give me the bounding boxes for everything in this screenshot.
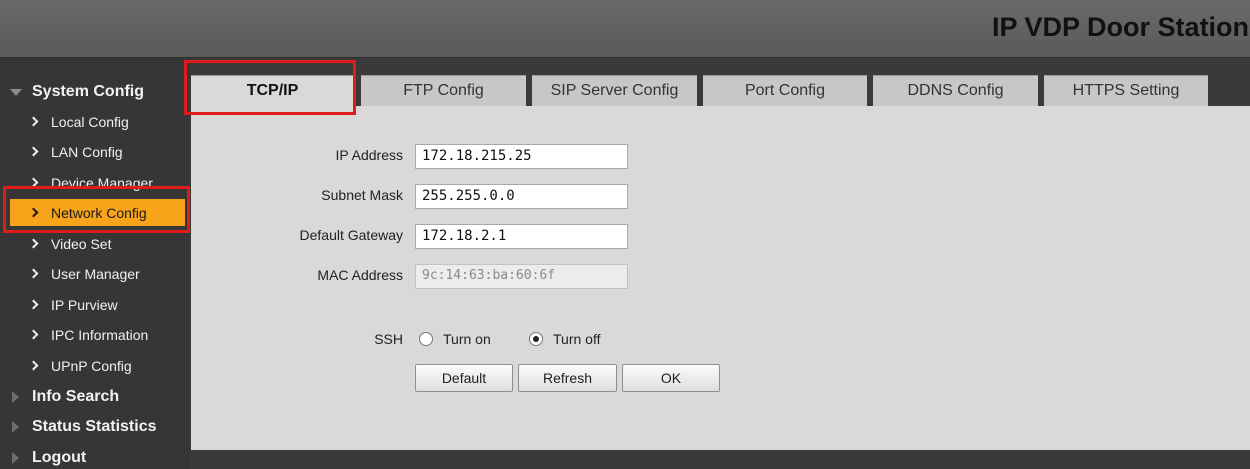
sidebar-item-ipc-information[interactable]: IPC Information bbox=[10, 321, 185, 348]
sidebar-item-device-manager[interactable]: Device Manager bbox=[10, 169, 185, 196]
sidebar-category-label: Info Search bbox=[32, 388, 120, 405]
tab-port-config[interactable]: Port Config bbox=[703, 75, 867, 106]
ip-address-field[interactable]: 172.18.215.25 bbox=[415, 144, 628, 169]
tab-tcp-ip[interactable]: TCP/IP bbox=[191, 75, 354, 106]
sidebar-item-user-manager[interactable]: User Manager bbox=[10, 260, 185, 287]
chevron-right-icon bbox=[28, 238, 39, 249]
chevron-right-icon bbox=[28, 299, 39, 310]
tab-label: FTP Config bbox=[403, 82, 484, 99]
ssh-turn-off-label: Turn off bbox=[553, 331, 601, 347]
ssh-turn-on-label: Turn on bbox=[443, 331, 491, 347]
subnet-mask-field[interactable]: 255.255.0.0 bbox=[415, 184, 628, 209]
ip-address-label: IP Address bbox=[335, 147, 403, 163]
sidebar-category-label: Status Statistics bbox=[32, 418, 157, 435]
radio-checked-icon bbox=[529, 332, 543, 346]
caret-right-icon bbox=[12, 391, 19, 403]
radio-unchecked-icon bbox=[419, 332, 433, 346]
chevron-right-icon bbox=[28, 268, 39, 279]
refresh-button[interactable]: Refresh bbox=[518, 364, 617, 392]
caret-right-icon bbox=[12, 421, 19, 433]
caret-right-icon bbox=[12, 452, 19, 464]
tab-sip-server-config[interactable]: SIP Server Config bbox=[532, 75, 697, 106]
sidebar-item-label: User Manager bbox=[51, 265, 140, 282]
default-button[interactable]: Default bbox=[415, 364, 513, 392]
default-gateway-field[interactable]: 172.18.2.1 bbox=[415, 224, 628, 249]
tab-label: SIP Server Config bbox=[550, 82, 679, 99]
sidebar-item-label: UPnP Config bbox=[51, 357, 132, 374]
chevron-right-icon bbox=[28, 360, 39, 371]
sidebar-item-label: Video Set bbox=[51, 235, 112, 252]
default-gateway-label: Default Gateway bbox=[299, 227, 404, 243]
app-title: IP VDP Door Station bbox=[992, 12, 1250, 42]
tab-label: HTTPS Setting bbox=[1072, 82, 1180, 99]
sidebar-item-label: Local Config bbox=[51, 113, 129, 130]
chevron-right-icon bbox=[28, 329, 39, 340]
mac-address-field: 9c:14:63:ba:60:6f bbox=[415, 264, 628, 289]
sidebar-category-system-config[interactable]: System Config bbox=[0, 80, 190, 104]
subnet-mask-label: Subnet Mask bbox=[321, 187, 403, 203]
tab-label: Port Config bbox=[744, 82, 826, 99]
tab-ddns-config[interactable]: DDNS Config bbox=[873, 75, 1038, 106]
tab-label: DDNS Config bbox=[907, 82, 1004, 99]
sidebar-item-network-config[interactable]: Network Config bbox=[10, 199, 185, 226]
sidebar-item-label: IPC Information bbox=[51, 326, 149, 343]
tab-https-setting[interactable]: HTTPS Setting bbox=[1044, 75, 1208, 106]
chevron-right-icon bbox=[28, 146, 39, 157]
sidebar-category-label: System Config bbox=[32, 83, 145, 100]
ok-button[interactable]: OK bbox=[622, 364, 720, 392]
chevron-right-icon bbox=[28, 116, 39, 127]
tab-ftp-config[interactable]: FTP Config bbox=[361, 75, 526, 106]
top-header: IP VDP Door Station bbox=[0, 0, 1250, 58]
ssh-turn-on-radio[interactable]: Turn on bbox=[419, 330, 491, 348]
sidebar-item-local-config[interactable]: Local Config bbox=[10, 108, 185, 135]
sidebar-category-logout[interactable]: Logout bbox=[0, 446, 190, 469]
sidebar-item-label: IP Purview bbox=[51, 296, 118, 313]
sidebar-category-label: Logout bbox=[32, 449, 87, 466]
ssh-label: SSH bbox=[374, 331, 403, 347]
sidebar-item-label: LAN Config bbox=[51, 143, 123, 160]
sidebar-item-lan-config[interactable]: LAN Config bbox=[10, 138, 185, 165]
ssh-turn-off-radio[interactable]: Turn off bbox=[529, 330, 600, 348]
chevron-right-icon bbox=[28, 207, 39, 218]
tab-label: TCP/IP bbox=[246, 82, 299, 99]
chevron-right-icon bbox=[28, 177, 39, 188]
sidebar-item-video-set[interactable]: Video Set bbox=[10, 230, 185, 257]
sidebar-item-ip-purview[interactable]: IP Purview bbox=[10, 291, 185, 318]
sidebar-item-upnp-config[interactable]: UPnP Config bbox=[10, 352, 185, 379]
sidebar-item-label: Device Manager bbox=[51, 174, 153, 191]
sidebar-item-label: Network Config bbox=[51, 204, 147, 221]
mac-address-label: MAC Address bbox=[317, 267, 403, 283]
caret-down-icon bbox=[10, 88, 22, 96]
sidebar-category-info-search[interactable]: Info Search bbox=[0, 385, 190, 409]
sidebar-category-status-statistics[interactable]: Status Statistics bbox=[0, 415, 190, 439]
